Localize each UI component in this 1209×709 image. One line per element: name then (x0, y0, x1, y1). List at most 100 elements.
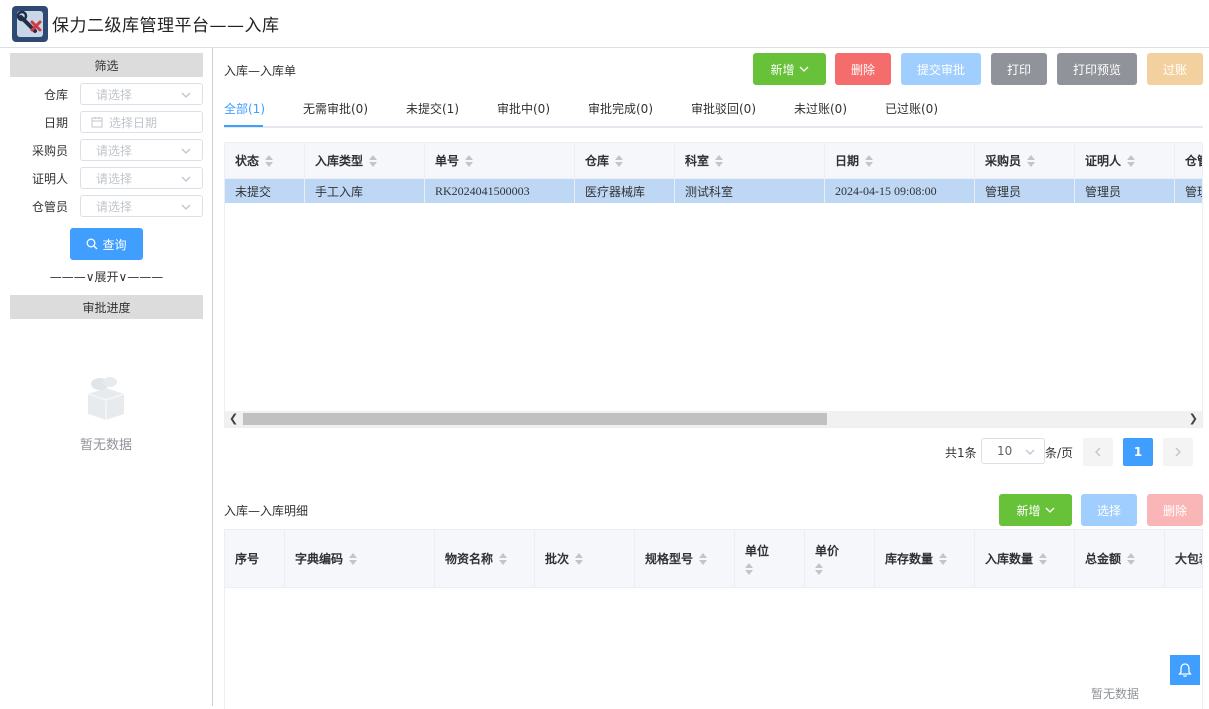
tab-all[interactable]: 全部(1) (224, 100, 265, 117)
app-logo-icon (12, 5, 48, 42)
sort-icon[interactable] (349, 552, 358, 565)
tab-posted[interactable]: 已过账(0) (885, 100, 938, 117)
sort-icon[interactable] (715, 154, 724, 167)
tab-unposted[interactable]: 未过账(0) (794, 100, 847, 117)
col-material-name-label: 物资名称 (445, 552, 494, 566)
col-unit-label: 单位 (745, 544, 770, 558)
sort-icon[interactable] (745, 563, 753, 575)
app-title: 保力二级库管理平台——入库 (52, 16, 280, 36)
query-button-label: 查询 (102, 237, 127, 252)
print-button[interactable]: 打印 (991, 53, 1047, 85)
tab-in-approval[interactable]: 审批中(0) (497, 100, 550, 117)
col-buyer-label: 采购员 (985, 154, 1022, 168)
col-warehouse[interactable]: 仓库 (575, 143, 675, 178)
sort-icon[interactable] (1039, 552, 1048, 565)
date-picker-placeholder: 选择日期 (109, 115, 158, 130)
notification-bell-button[interactable] (1170, 655, 1200, 685)
scroll-right-icon[interactable]: ❯ (1189, 412, 1198, 425)
col-status[interactable]: 状态 (225, 143, 305, 178)
sort-icon[interactable] (615, 154, 624, 167)
detail-select-button[interactable]: 选择 (1081, 494, 1137, 526)
order-add-button[interactable]: 新增 (753, 53, 826, 85)
page-size-select[interactable]: 10 (981, 438, 1045, 464)
col-department-label: 科室 (685, 154, 710, 168)
cell-warehouse: 医疗器械库 (575, 179, 675, 203)
witness-select[interactable]: 请选择 (80, 167, 203, 189)
scroll-left-icon[interactable]: ❮ (229, 412, 238, 425)
sort-icon[interactable] (1127, 552, 1136, 565)
col-big-pack[interactable]: 大包装 (1165, 530, 1202, 587)
horizontal-scrollbar[interactable]: ❮ ❯ (225, 411, 1202, 427)
order-add-button-label: 新增 (770, 62, 795, 77)
tab-no-approval[interactable]: 无需审批(0) (303, 100, 368, 117)
col-warehouse-label: 仓库 (585, 154, 610, 168)
keeper-select[interactable]: 请选择 (80, 195, 203, 217)
search-icon (87, 238, 98, 250)
detail-delete-button[interactable]: 删除 (1147, 494, 1203, 526)
col-witness-label: 证明人 (1085, 154, 1122, 168)
cell-type: 手工入库 (305, 179, 425, 203)
tab-approved[interactable]: 审批完成(0) (588, 100, 653, 117)
scrollbar-thumb[interactable] (243, 413, 827, 425)
sort-icon[interactable] (465, 154, 474, 167)
tab-unsubmitted[interactable]: 未提交(1) (406, 100, 459, 117)
date-picker[interactable]: 选择日期 (80, 111, 203, 133)
sort-icon[interactable] (265, 154, 274, 167)
col-type-label: 入库类型 (315, 154, 364, 168)
post-button[interactable]: 过账 (1147, 53, 1203, 85)
sort-icon[interactable] (499, 552, 508, 565)
submit-approval-button[interactable]: 提交审批 (901, 53, 981, 85)
col-seq[interactable]: 序号 (225, 530, 285, 587)
detail-table: 序号 字典编码 物资名称 批次 规格型号 单位 单价 库存数量 入库数量 总金额… (224, 529, 1203, 709)
col-date[interactable]: 日期 (825, 143, 975, 178)
col-batch[interactable]: 批次 (535, 530, 635, 587)
col-order-no[interactable]: 单号 (425, 143, 575, 178)
chevron-left-icon (1095, 447, 1101, 457)
page-number-button[interactable]: 1 (1123, 438, 1153, 466)
cell-status: 未提交 (225, 179, 305, 203)
sort-icon[interactable] (815, 563, 823, 575)
table-row[interactable]: 未提交 手工入库 RK2024041500003 医疗器械库 测试科室 2024… (225, 179, 1202, 203)
sort-icon[interactable] (1027, 154, 1036, 167)
detail-add-button[interactable]: 新增 (999, 494, 1072, 526)
next-page-button[interactable] (1163, 438, 1193, 466)
col-big-pack-label: 大包装 (1175, 552, 1202, 566)
col-total-amount[interactable]: 总金额 (1075, 530, 1165, 587)
prev-page-button[interactable] (1083, 438, 1113, 466)
col-spec[interactable]: 规格型号 (635, 530, 735, 587)
sort-icon[interactable] (1127, 154, 1136, 167)
col-witness[interactable]: 证明人 (1075, 143, 1175, 178)
sort-icon[interactable] (939, 552, 948, 565)
cell-department: 测试科室 (675, 179, 825, 203)
filter-row-witness: 证明人 请选择 (0, 167, 213, 189)
col-unit-price[interactable]: 单价 (805, 530, 875, 587)
col-department[interactable]: 科室 (675, 143, 825, 178)
buyer-select[interactable]: 请选择 (80, 139, 203, 161)
pagination-total: 共1条 (945, 446, 977, 460)
col-type[interactable]: 入库类型 (305, 143, 425, 178)
col-stock-qty[interactable]: 库存数量 (875, 530, 975, 587)
chevron-down-icon (181, 176, 191, 182)
expand-toggle[interactable]: ———∨展开∨——— (0, 268, 213, 285)
print-preview-button[interactable]: 打印预览 (1057, 53, 1137, 85)
warehouse-select[interactable]: 请选择 (80, 83, 203, 105)
col-keeper[interactable]: 仓管员 (1175, 143, 1202, 178)
chevron-down-icon (181, 148, 191, 154)
chevron-down-icon (799, 66, 808, 72)
filter-label-buyer: 采购员 (31, 143, 68, 158)
detail-table-header: 序号 字典编码 物资名称 批次 规格型号 单位 单价 库存数量 入库数量 总金额… (225, 530, 1202, 588)
col-dict-code[interactable]: 字典编码 (285, 530, 435, 587)
cell-date: 2024-04-15 09:08:00 (825, 179, 975, 203)
sort-icon[interactable] (699, 552, 708, 565)
sort-icon[interactable] (369, 154, 378, 167)
tab-rejected[interactable]: 审批驳回(0) (691, 100, 756, 117)
col-buyer[interactable]: 采购员 (975, 143, 1075, 178)
sort-icon[interactable] (865, 154, 874, 167)
query-button[interactable]: 查询 (70, 228, 143, 260)
col-inbound-qty[interactable]: 入库数量 (975, 530, 1075, 587)
active-tab-indicator (224, 125, 263, 127)
sort-icon[interactable] (575, 552, 584, 565)
col-unit[interactable]: 单位 (735, 530, 805, 587)
order-delete-button[interactable]: 删除 (835, 53, 891, 85)
col-material-name[interactable]: 物资名称 (435, 530, 535, 587)
